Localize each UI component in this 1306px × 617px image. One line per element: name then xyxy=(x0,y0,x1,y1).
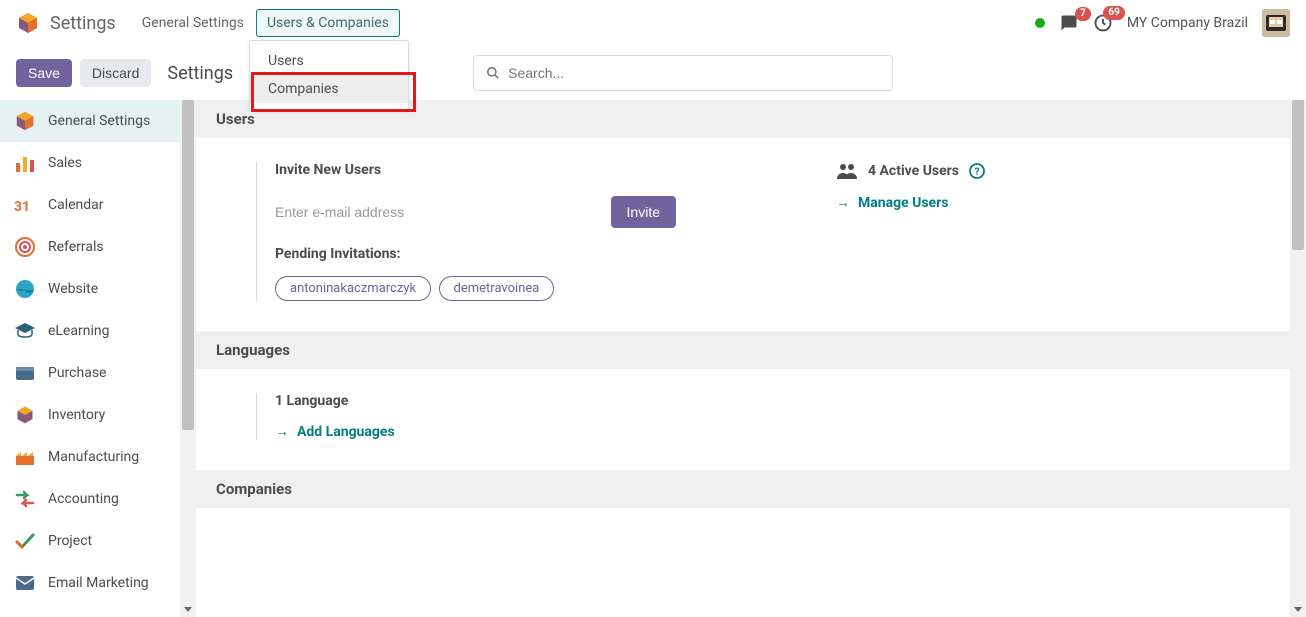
section-body-languages: 1 Language → Add Languages xyxy=(196,369,1290,470)
nav-general-settings[interactable]: General Settings xyxy=(132,10,254,36)
save-button[interactable]: Save xyxy=(16,59,72,87)
scroll-down-icon[interactable] xyxy=(180,601,196,617)
sidebar: General Settings Sales 31 Calendar Refer… xyxy=(0,100,180,617)
sidebar-item-project[interactable]: Project xyxy=(0,520,180,562)
sidebar-item-sales[interactable]: Sales xyxy=(0,142,180,184)
invite-block: Invite New Users Invite Pending Invitati… xyxy=(256,162,676,301)
sidebar-item-general-settings[interactable]: General Settings xyxy=(0,100,180,142)
sidebar-item-inventory[interactable]: Inventory xyxy=(0,394,180,436)
breadcrumb-title: Settings xyxy=(167,63,233,84)
users-companies-dropdown: Users Companies xyxy=(249,40,409,110)
pending-pill[interactable]: antoninakaczmarczyk xyxy=(275,276,431,301)
arrow-right-icon: → xyxy=(275,423,289,440)
sidebar-item-label: Manufacturing xyxy=(48,449,139,465)
users-group-icon xyxy=(836,162,858,180)
nav-users-companies[interactable]: Users & Companies xyxy=(256,9,400,37)
sidebar-item-label: Email Marketing xyxy=(48,575,149,591)
main-area: General Settings Sales 31 Calendar Refer… xyxy=(0,100,1306,617)
sidebar-item-label: General Settings xyxy=(48,113,150,129)
activities-icon[interactable]: 69 xyxy=(1093,13,1113,33)
sidebar-item-calendar[interactable]: 31 Calendar xyxy=(0,184,180,226)
sidebar-item-label: Purchase xyxy=(48,365,106,381)
sidebar-scrollbar-thumb[interactable] xyxy=(182,100,194,430)
envelope-icon xyxy=(14,572,36,594)
check-icon xyxy=(14,530,36,552)
user-avatar[interactable] xyxy=(1262,9,1290,37)
svg-text:31: 31 xyxy=(14,199,30,215)
pending-pill[interactable]: demetravoinea xyxy=(439,276,555,301)
gear-hex-icon xyxy=(14,110,36,132)
search-input[interactable] xyxy=(508,56,880,90)
sidebar-item-label: Referrals xyxy=(48,239,104,255)
invite-email-input[interactable] xyxy=(275,198,601,227)
sidebar-item-label: eLearning xyxy=(48,323,109,339)
arrow-right-icon: → xyxy=(836,194,850,211)
sidebar-scrollbar[interactable] xyxy=(180,100,196,617)
sidebar-item-referrals[interactable]: Referrals xyxy=(0,226,180,268)
section-header-languages: Languages xyxy=(196,331,1290,369)
manage-users-link[interactable]: → Manage Users xyxy=(836,194,1136,211)
messages-icon[interactable]: 7 xyxy=(1059,14,1079,32)
section-body-users: Invite New Users Invite Pending Invitati… xyxy=(196,138,1290,331)
sidebar-item-label: Inventory xyxy=(48,407,105,423)
sidebar-item-label: Accounting xyxy=(48,491,119,507)
search-bar[interactable] xyxy=(473,55,893,91)
sidebar-item-manufacturing[interactable]: Manufacturing xyxy=(0,436,180,478)
app-logo[interactable] xyxy=(16,11,40,35)
nav-menu: General Settings Users & Companies xyxy=(132,9,400,37)
sidebar-item-label: Calendar xyxy=(48,197,104,213)
invite-button[interactable]: Invite xyxy=(611,196,676,228)
top-nav: Settings General Settings Users & Compan… xyxy=(0,0,1306,46)
bar-chart-icon xyxy=(14,152,36,174)
control-panel: Save Discard Settings xyxy=(0,46,1306,100)
sidebar-item-label: Project xyxy=(48,533,92,549)
factory-icon xyxy=(14,446,36,468)
sidebar-item-label: Website xyxy=(48,281,98,297)
section-header-companies: Companies xyxy=(196,470,1290,508)
pending-list: antoninakaczmarczyk demetravoinea xyxy=(275,276,676,301)
calendar-icon: 31 xyxy=(14,194,36,216)
globe-icon xyxy=(14,278,36,300)
top-right: 7 69 MY Company Brazil xyxy=(1035,9,1290,37)
active-users-count: 4 Active Users xyxy=(868,163,959,179)
help-icon[interactable]: ? xyxy=(969,163,985,179)
svg-text:?: ? xyxy=(975,167,980,178)
sidebar-item-employees[interactable]: Employees xyxy=(0,604,180,617)
company-switcher[interactable]: MY Company Brazil xyxy=(1127,15,1248,31)
messages-badge: 7 xyxy=(1075,7,1091,21)
add-languages-link[interactable]: → Add Languages xyxy=(275,423,676,440)
language-count: 1 Language xyxy=(275,393,676,409)
manage-users-label: Manage Users xyxy=(858,195,948,211)
content-scroll: Users Invite New Users Invite Pending In… xyxy=(196,100,1306,617)
sidebar-item-email-marketing[interactable]: Email Marketing xyxy=(0,562,180,604)
active-users-block: 4 Active Users ? → Manage Users xyxy=(836,162,1136,301)
arrows-icon xyxy=(14,488,36,510)
add-languages-label: Add Languages xyxy=(297,424,395,440)
dropdown-users[interactable]: Users xyxy=(250,47,408,75)
sidebar-item-elearning[interactable]: eLearning xyxy=(0,310,180,352)
invite-title: Invite New Users xyxy=(275,162,676,178)
content-container: Users Invite New Users Invite Pending In… xyxy=(196,100,1306,617)
app-brand[interactable]: Settings xyxy=(50,13,116,34)
sidebar-container: General Settings Sales 31 Calendar Refer… xyxy=(0,100,196,617)
content-scrollbar[interactable] xyxy=(1290,100,1306,617)
sidebar-item-purchase[interactable]: Purchase xyxy=(0,352,180,394)
dropdown-companies[interactable]: Companies xyxy=(250,75,408,103)
discard-button[interactable]: Discard xyxy=(80,59,151,87)
wallet-icon xyxy=(14,362,36,384)
status-indicator[interactable] xyxy=(1035,18,1045,28)
pending-title: Pending Invitations: xyxy=(275,246,676,262)
activities-badge: 69 xyxy=(1103,6,1124,20)
search-icon xyxy=(486,66,500,80)
box-hex-icon xyxy=(14,404,36,426)
target-icon xyxy=(14,236,36,258)
sidebar-item-website[interactable]: Website xyxy=(0,268,180,310)
sidebar-item-accounting[interactable]: Accounting xyxy=(0,478,180,520)
sidebar-item-label: Sales xyxy=(48,155,82,171)
content-scrollbar-thumb[interactable] xyxy=(1292,100,1304,250)
scroll-down-icon[interactable] xyxy=(1290,601,1306,617)
graduation-cap-icon xyxy=(14,320,36,342)
section-body-companies xyxy=(196,508,1290,568)
